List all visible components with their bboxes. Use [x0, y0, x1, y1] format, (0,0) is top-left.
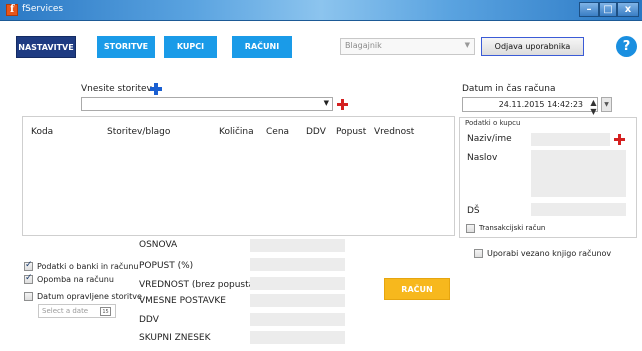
tab-kupci[interactable]: KUPCI — [164, 36, 217, 58]
datetime-dropdown-button[interactable]: ▼ — [601, 97, 612, 112]
bound-book-label: Uporabi vezano knjigo računov — [487, 249, 612, 258]
tab-racuni[interactable]: RAČUNI — [232, 36, 292, 58]
column-header-cena: Cena — [266, 127, 290, 137]
transactional-label: Transakcijski račun — [479, 224, 546, 232]
summary-total-field — [250, 331, 345, 344]
datetime-label: Datum in čas računa — [462, 84, 556, 94]
summary-ddv-field — [250, 313, 345, 326]
tab-storitve[interactable]: STORITVE — [97, 36, 155, 58]
chevron-down-icon: ▼ — [323, 99, 329, 107]
note-label: Opomba na računu — [37, 275, 114, 284]
service-date-label: Datum opravljene storitve — [37, 292, 142, 301]
summary-vrednost-field — [250, 277, 345, 290]
column-header-koda: Koda — [31, 127, 54, 137]
tax-number-field[interactable] — [531, 203, 626, 216]
column-header-popust: Popust — [336, 127, 367, 137]
datetime-input[interactable]: 24.11.2015 14:42:23 — [462, 97, 598, 112]
cashier-placeholder: Blagajnik — [345, 41, 382, 50]
add-customer-icon[interactable] — [614, 134, 625, 145]
help-icon[interactable]: ? — [616, 36, 637, 57]
close-button[interactable]: x — [617, 2, 639, 17]
cashier-select[interactable]: Blagajnik ▼ — [340, 38, 475, 55]
add-item-icon[interactable] — [337, 99, 348, 110]
minimize-button[interactable]: – — [579, 2, 599, 17]
add-service-icon[interactable] — [150, 83, 162, 95]
tax-number-label: DŠ — [467, 206, 480, 216]
chevron-down-icon: ▼ — [464, 41, 470, 49]
column-header-storitev: Storitev/blago — [107, 127, 171, 137]
column-header-vrednost: Vrednost — [374, 127, 415, 137]
bank-data-checkbox[interactable] — [24, 260, 33, 271]
service-label: Vnesite storitev — [81, 84, 152, 94]
column-header-ddv: DDV — [306, 127, 326, 137]
note-checkbox[interactable] — [24, 273, 33, 284]
address-label: Naslov — [467, 153, 498, 163]
summary-osnova-label: OSNOVA — [139, 240, 178, 250]
bound-book-checkbox[interactable] — [474, 249, 483, 258]
summary-vmesne-field — [250, 294, 345, 307]
name-field[interactable] — [531, 133, 610, 146]
tab-nastavitve[interactable]: NASTAVITVE — [16, 36, 76, 58]
summary-ddv-label: DDV — [139, 315, 159, 325]
summary-vmesne-label: VMESNE POSTAVKE — [139, 296, 226, 306]
create-invoice-button[interactable]: RAČUN — [384, 278, 450, 300]
column-header-kolicina: Količina — [219, 127, 254, 137]
calendar-icon[interactable]: 15 — [100, 307, 111, 316]
bank-data-label: Podatki o banki in računu — [37, 262, 139, 271]
spin-icon[interactable]: ▲▼ — [589, 98, 598, 116]
summary-osnova-field — [250, 239, 345, 252]
title-bar — [0, 0, 642, 21]
address-field[interactable] — [531, 150, 626, 197]
customer-panel-title: Podatki o kupcu — [465, 119, 521, 127]
summary-popust-field[interactable] — [250, 258, 345, 271]
service-select[interactable]: ▼ — [81, 97, 333, 111]
maximize-button[interactable]: □ — [599, 2, 617, 17]
service-date-checkbox[interactable] — [24, 292, 33, 301]
summary-total-label: SKUPNI ZNESEK — [139, 333, 211, 343]
summary-popust-label: POPUST (%) — [139, 261, 194, 271]
transactional-checkbox[interactable] — [466, 224, 475, 233]
name-label: Naziv/ime — [467, 134, 512, 144]
app-icon — [6, 4, 18, 16]
window-title: fServices — [22, 4, 64, 14]
logout-button[interactable]: Odjava uporabnika — [481, 37, 584, 56]
summary-vrednost-label: VREDNOST (brez popusta) — [139, 280, 258, 290]
